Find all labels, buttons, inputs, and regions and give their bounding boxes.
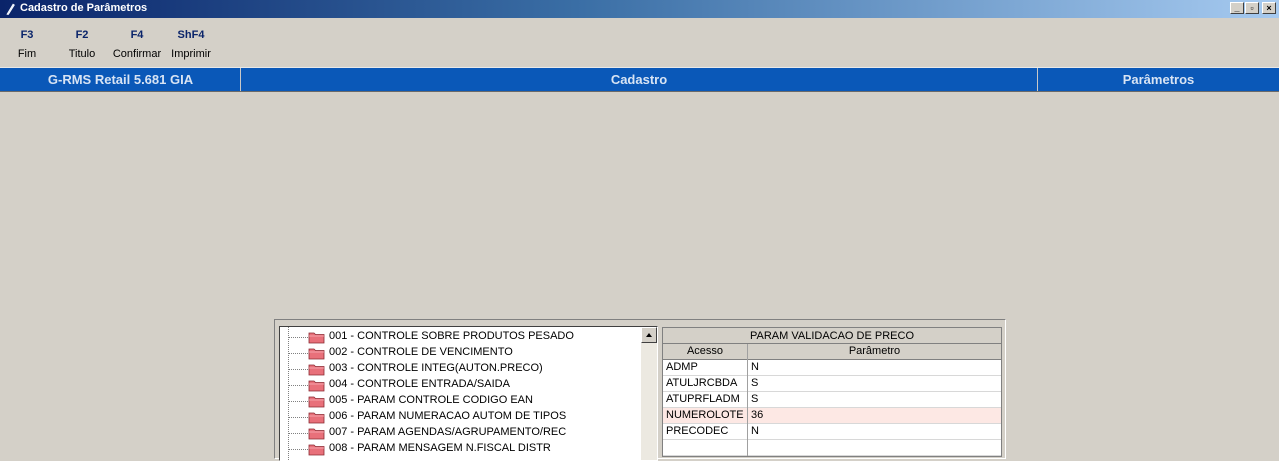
toolbar-label: Imprimir: [171, 48, 211, 60]
tree-item-label: 005 - PARAM CONTROLE CODIGO EAN: [329, 394, 533, 406]
confirmar-button[interactable]: F4 Confirmar: [110, 24, 164, 61]
grid-row[interactable]: NUMEROLOTE 36: [663, 408, 1001, 424]
folder-icon: [308, 444, 325, 456]
parametro-cell[interactable]: N: [751, 425, 759, 437]
screen-header-bar: G-RMS Retail 5.681 GIA Cadastro Parâmetr…: [0, 67, 1279, 92]
tree-connector: [288, 417, 310, 418]
toolbar-label: Titulo: [68, 48, 96, 60]
tree-item-label: 008 - PARAM MENSAGEM N.FISCAL DISTR: [329, 442, 551, 454]
scroll-up-button[interactable]: [641, 327, 657, 343]
parameter-group-tree[interactable]: 001 - CONTROLE SOBRE PRODUTOS PESADO 002 …: [279, 326, 658, 461]
tree-item[interactable]: 004 - CONTROLE ENTRADA/SAIDA: [288, 377, 648, 393]
parametro-cell[interactable]: 36: [751, 409, 763, 421]
acesso-cell: NUMEROLOTE: [666, 409, 744, 421]
app-version-label: G-RMS Retail 5.681 GIA: [47, 72, 194, 87]
toolbar-key: F3: [20, 29, 34, 41]
tree-item-label: 003 - CONTROLE INTEG(AUTON.PRECO): [329, 362, 543, 374]
column-divider: [747, 344, 748, 456]
tree-item[interactable]: 006 - PARAM NUMERACAO AUTOM DE TIPOS: [288, 409, 648, 425]
tree-connector: [288, 369, 310, 370]
grid-row[interactable]: ATULJRCBDA S: [663, 376, 1001, 392]
folder-icon: [308, 412, 325, 424]
window-title: Cadastro de Parâmetros: [20, 2, 148, 14]
function-key-toolbar: F3 Fim F2 Titulo F4 Confirmar ShF4 Impri…: [0, 24, 400, 64]
restore-icon: ▫: [1250, 3, 1254, 13]
parametro-cell[interactable]: S: [751, 393, 758, 405]
parameter-grid[interactable]: PARAM VALIDACAO DE PRECO Acesso Parâmetr…: [662, 327, 1002, 457]
tree-item[interactable]: 007 - PARAM AGENDAS/AGRUPAMENTO/REC: [288, 425, 648, 441]
titulo-button[interactable]: F2 Titulo: [64, 24, 100, 61]
folder-icon: [308, 332, 325, 344]
minimize-button[interactable]: _: [1230, 2, 1244, 14]
tree-connector: [288, 385, 310, 386]
folder-icon: [308, 380, 325, 392]
restore-button[interactable]: ▫: [1245, 2, 1259, 14]
close-button[interactable]: ×: [1262, 2, 1276, 14]
tree-item[interactable]: 002 - CONTROLE DE VENCIMENTO: [288, 345, 648, 361]
tree-item-label: 004 - CONTROLE ENTRADA/SAIDA: [329, 378, 510, 390]
grid-row[interactable]: ADMP N: [663, 360, 1001, 376]
acesso-cell: ATULJRCBDA: [666, 377, 738, 389]
acesso-cell: PRECODEC: [666, 425, 729, 437]
tree-connector: [288, 337, 310, 338]
tree-connector: [288, 401, 310, 402]
tree-item[interactable]: 001 - CONTROLE SOBRE PRODUTOS PESADO: [288, 329, 648, 345]
tree-item-label: 002 - CONTROLE DE VENCIMENTO: [329, 346, 513, 358]
close-icon: ×: [1266, 3, 1272, 13]
toolbar-key: F2: [75, 29, 89, 41]
tree-connector: [288, 433, 310, 434]
imprimir-button[interactable]: ShF4 Imprimir: [168, 24, 214, 61]
fim-button[interactable]: F3 Fim: [12, 24, 42, 61]
grid-row[interactable]: PRECODEC N: [663, 424, 1001, 440]
folder-icon: [308, 396, 325, 408]
folder-icon: [308, 348, 325, 360]
folder-icon: [308, 364, 325, 376]
grid-title: PARAM VALIDACAO DE PRECO: [663, 328, 1001, 344]
tree-item-label: 001 - CONTROLE SOBRE PRODUTOS PESADO: [329, 330, 574, 342]
grid-row[interactable]: ATUPRFLADM S: [663, 392, 1001, 408]
parametro-cell[interactable]: N: [751, 361, 759, 373]
toolbar-key: F4: [130, 29, 144, 41]
minimize-icon: _: [1234, 3, 1240, 13]
folder-icon: [308, 428, 325, 440]
grid-row[interactable]: [663, 440, 1001, 456]
tree-item-label: 007 - PARAM AGENDAS/AGRUPAMENTO/REC: [329, 426, 567, 438]
column-header-acesso[interactable]: Acesso: [663, 344, 748, 360]
tree-item[interactable]: 003 - CONTROLE INTEG(AUTON.PRECO): [288, 361, 648, 377]
toolbar-label: Fim: [17, 48, 37, 60]
tree-item-label: 006 - PARAM NUMERACAO AUTOM DE TIPOS: [329, 410, 567, 422]
acesso-cell: ATUPRFLADM: [666, 393, 740, 405]
screen-label: Parâmetros: [1122, 72, 1195, 87]
toolbar-label: Confirmar: [112, 48, 162, 60]
tree-connector: [288, 449, 310, 450]
tree-scrollbar[interactable]: [641, 327, 657, 460]
pen-icon: [6, 3, 15, 15]
tree-item[interactable]: 005 - PARAM CONTROLE CODIGO EAN: [288, 393, 648, 409]
acesso-cell: ADMP: [666, 361, 698, 373]
section-label: Cadastro: [610, 72, 668, 87]
parametro-cell[interactable]: S: [751, 377, 758, 389]
tree-connector: [288, 353, 310, 354]
column-header-parametro[interactable]: Parâmetro: [748, 344, 1001, 360]
window-titlebar: Cadastro de Parâmetros _ ▫ ×: [0, 0, 1279, 18]
toolbar-key: ShF4: [177, 29, 205, 41]
